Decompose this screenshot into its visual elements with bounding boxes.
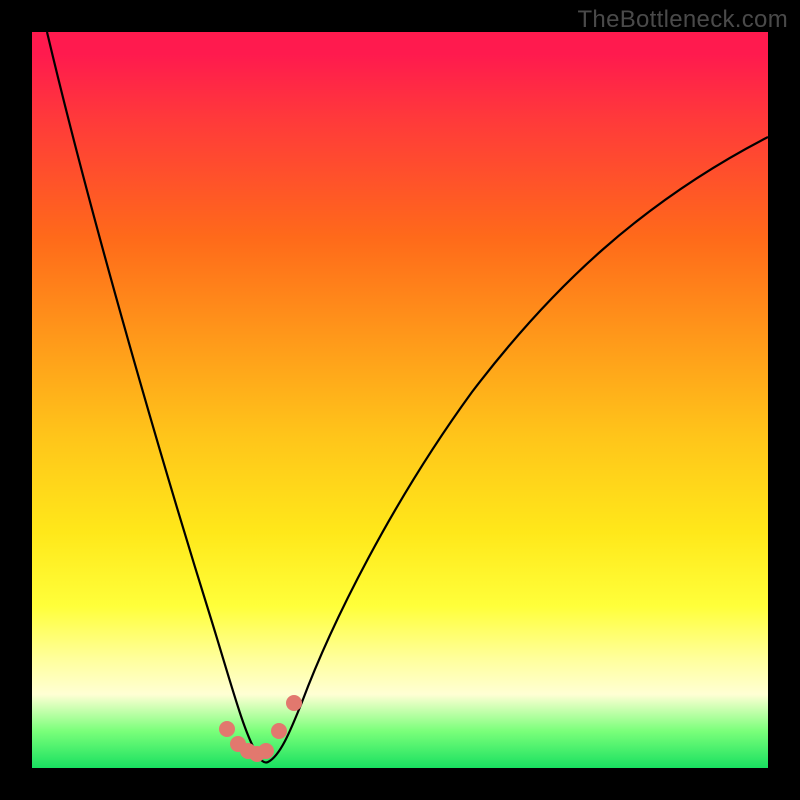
watermark-text: TheBottleneck.com xyxy=(577,6,788,34)
chart-marker xyxy=(258,743,274,759)
chart-svg xyxy=(32,32,768,768)
chart-marker xyxy=(286,695,302,711)
chart-marker xyxy=(271,723,287,739)
chart-marker xyxy=(219,721,235,737)
bottleneck-curve xyxy=(47,32,768,763)
bottleneck-chart xyxy=(32,32,768,768)
